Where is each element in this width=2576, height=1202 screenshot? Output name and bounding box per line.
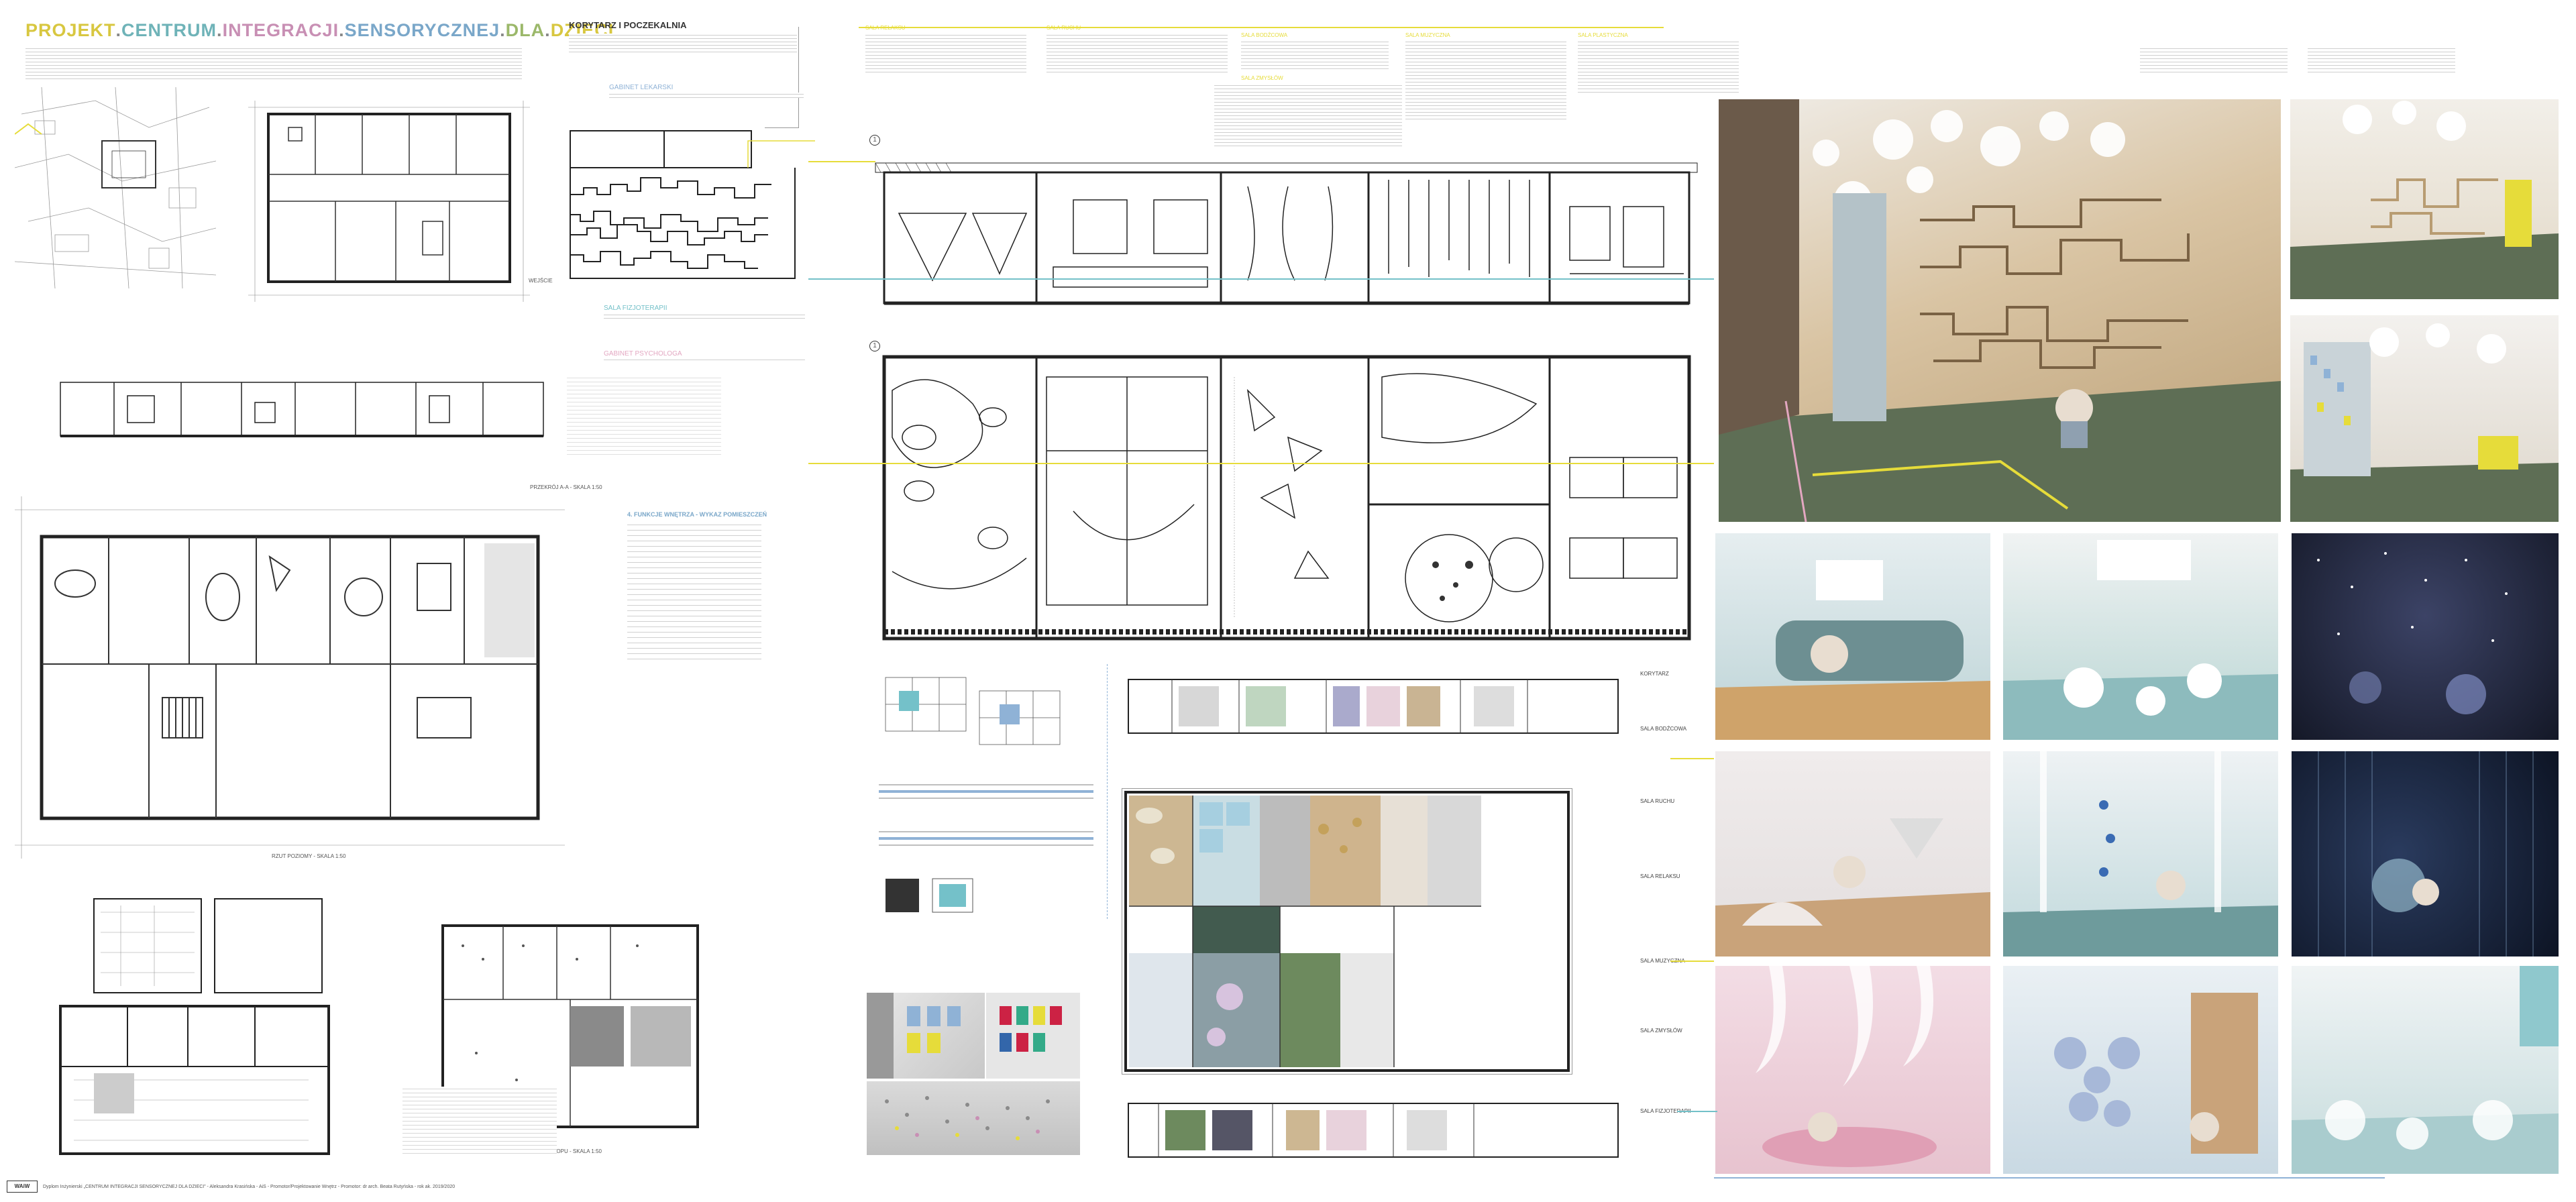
side-label-sala-relaksu: SALA RELAKSU [1640, 873, 1680, 879]
teal-guide [808, 278, 1714, 280]
corridor-wall-elevation [567, 127, 815, 288]
render-sala-muzyczna [2292, 751, 2559, 957]
intro-text [25, 47, 522, 80]
fizjoterapii-text [604, 313, 805, 319]
main-floor-plan [15, 496, 565, 859]
side-label-korytarz: KORYTARZ [1640, 671, 1669, 677]
university-logo: WAiW [7, 1181, 38, 1193]
section-marker-a: 1 [869, 135, 880, 146]
ruchu-text [1046, 34, 1228, 74]
render-sala-ruchu [2003, 751, 2278, 957]
functions-list [627, 522, 761, 663]
label-funkcje: 4. FUNKCJE WNĘTRZA - WYKAZ POMIESZCZEŃ [627, 511, 767, 518]
render-sala-bodzcowa [1715, 533, 1990, 740]
relaksu-text [865, 34, 1026, 74]
render-sala-zmyslow-2 [2003, 966, 2278, 1174]
yellow-guide-2 [808, 463, 1714, 464]
guide-ruchu [1670, 758, 1714, 759]
render-corridor-3 [2290, 315, 2559, 522]
guide-muzyczna [1670, 961, 1714, 962]
label-rzut-poziomy: RZUT POZIOMY - SKALA 1:50 [272, 853, 346, 859]
notes-text [402, 1087, 557, 1154]
muzyczna-text [1405, 40, 1566, 121]
label-przekroj: PRZEKRÓJ A-A - SKALA 1:50 [530, 484, 602, 490]
rooms-plan-detail [872, 350, 1701, 647]
gabinet-lekarski-text [609, 93, 804, 98]
ceiling-plan-left [54, 892, 335, 1160]
guide-bottom [1714, 1177, 2385, 1179]
guide-fizjoterapii [1677, 1111, 1717, 1112]
render-sala-bodzcowa-3 [2292, 966, 2559, 1174]
render-sala-bodzcowa-2 [2003, 533, 2278, 740]
bodzcowa-text [1241, 40, 1389, 70]
render-sala-zmyslow [2292, 533, 2559, 740]
detail-drawings [872, 664, 1108, 919]
title-part: . [339, 20, 345, 40]
colored-floor-plan [1122, 788, 1572, 1075]
side-label-sala-zmyslow: SALA ZMYSŁÓW [1640, 1028, 1682, 1034]
wall-texture-photo-3 [867, 1081, 1080, 1155]
title-part: CENTRUM [121, 20, 217, 40]
header-sala-plastyczna: SALA PLASTYCZNA [1578, 32, 1628, 38]
bibliography-text-1 [2140, 47, 2288, 74]
site-plan [15, 87, 216, 288]
render-sala-relaksu [1715, 751, 1990, 957]
psychologa-text [604, 358, 805, 362]
label-wejscie: WEJŚCIE [529, 278, 553, 284]
page-title: PROJEKT.CENTRUM.INTEGRACJI.SENSORYCZNEJ.… [25, 20, 614, 41]
footer-text: Dyplom Inżynierski „CENTRUM INTEGRACJI S… [43, 1185, 455, 1189]
title-part: SENSORYCZNEJ [344, 20, 500, 40]
title-part: . [115, 20, 122, 40]
title-part: DLA [505, 20, 545, 40]
yellow-guide-1 [808, 161, 875, 162]
elevation-strip-top [1125, 676, 1621, 736]
yellow-guide-top [859, 27, 1664, 30]
title-part: . [545, 20, 551, 40]
title-part: PROJEKT [25, 20, 116, 40]
label-gabinet-psychologa: GABINET PSYCHOLOGA [604, 350, 682, 358]
zmyslow-text [1214, 84, 1402, 148]
render-sala-fizjoterapii [1715, 966, 1990, 1174]
section-elevation [872, 160, 1701, 309]
wall-texture-photo-1 [867, 993, 985, 1079]
long-section [54, 369, 557, 456]
corridor-text [569, 34, 797, 54]
render-corridor-main [1719, 99, 2281, 522]
header-sala-bodzcowa: SALA BODŹCOWA [1241, 32, 1288, 38]
plastyczna-text [1578, 40, 1739, 94]
side-label-sala-ruchu: SALA RUCHU [1640, 798, 1675, 804]
render-corridor-2 [2290, 99, 2559, 299]
existing-floor-plan [248, 101, 530, 302]
corridor-title: KORYTARZ I POCZEKALNIA [569, 20, 687, 30]
wall-texture-photo-2 [986, 993, 1080, 1079]
header-sala-muzyczna: SALA MUZYCZNA [1405, 32, 1450, 38]
title-part: . [217, 20, 223, 40]
side-label-sala-bodzcowa: SALA BODŹCOWA [1640, 726, 1687, 732]
elevation-strip-bottom [1125, 1100, 1621, 1160]
bibliography-text-2 [2308, 47, 2455, 74]
title-part: . [500, 20, 506, 40]
corridor-frame [765, 27, 799, 128]
title-part: INTEGRACJI [222, 20, 339, 40]
legend-text [567, 376, 721, 456]
label-gabinet-lekarski: GABINET LEKARSKI [609, 84, 674, 91]
label-sala-fizjoterapii: SALA FIZJOTERAPII [604, 305, 667, 312]
header-sala-zmyslow: SALA ZMYSŁÓW [1241, 75, 1283, 81]
